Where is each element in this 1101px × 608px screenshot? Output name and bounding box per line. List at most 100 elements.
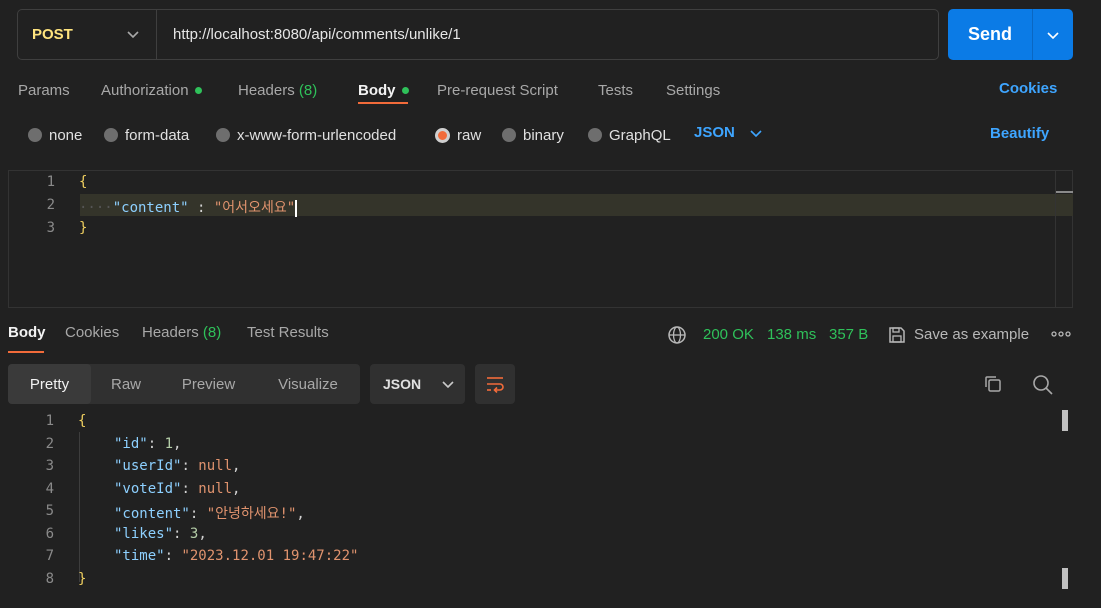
json-key: "time" (114, 548, 165, 564)
json-value: "안녕하세요!" (206, 506, 297, 522)
line-number: 2 (45, 436, 54, 452)
body-format-select[interactable]: JSON (694, 124, 763, 141)
scrollbar-thumb[interactable] (1062, 568, 1068, 589)
json-value: null (198, 481, 233, 497)
send-dropdown-button[interactable] (1033, 9, 1073, 60)
response-format-label: JSON (383, 376, 422, 392)
radio-circle-icon (588, 128, 602, 142)
tab-body-label: Body (358, 81, 396, 99)
tab-authorization[interactable]: Authorization (101, 79, 202, 101)
json-separator: : (188, 200, 214, 216)
tab-headers-count: (8) (298, 81, 318, 99)
status-dot-icon (401, 86, 409, 94)
code-line: ····"content" : "어서오세요" (79, 197, 298, 217)
response-tab-body[interactable]: Body (8, 324, 46, 341)
line-number: 6 (45, 526, 54, 542)
search-icon[interactable] (1032, 374, 1054, 396)
tab-headers[interactable]: Headers (8) (238, 79, 317, 101)
tab-tests[interactable]: Tests (598, 79, 633, 101)
chevron-down-icon (750, 129, 762, 137)
response-format-select[interactable]: JSON (370, 364, 465, 404)
json-value: "2023.12.01 19:47:22" (181, 548, 359, 564)
radio-raw[interactable]: raw (435, 124, 481, 146)
json-key: "id" (114, 436, 148, 452)
radio-binary[interactable]: binary (502, 124, 564, 146)
json-comma: , (296, 506, 305, 522)
json-field-line: "time": "2023.12.01 19:47:22" (114, 548, 359, 564)
view-raw[interactable]: Raw (91, 364, 161, 404)
json-field-line: "voteId": null, (114, 481, 241, 497)
text-cursor (295, 199, 298, 217)
line-number: 1 (46, 174, 55, 190)
method-select[interactable]: POST (18, 10, 157, 59)
radio-circle-icon (216, 128, 230, 142)
send-button[interactable]: Send (948, 9, 1032, 60)
json-value: "어서오세요" (213, 200, 296, 216)
line-number: 1 (45, 413, 54, 429)
radio-form-data-label: form-data (125, 126, 190, 144)
code-close-brace: } (78, 571, 87, 587)
line-number: 5 (45, 503, 54, 519)
response-time[interactable]: 138 ms (767, 326, 816, 343)
response-tab-cookies[interactable]: Cookies (65, 324, 119, 341)
tab-settings[interactable]: Settings (666, 79, 720, 101)
beautify-button[interactable]: Beautify (990, 125, 1049, 142)
line-number: 8 (45, 571, 54, 587)
save-as-example-button[interactable]: Save as example (914, 326, 1029, 343)
view-preview[interactable]: Preview (161, 364, 256, 404)
json-field-line: "id": 1, (114, 436, 182, 452)
line-number: 4 (45, 481, 54, 497)
radio-urlencoded[interactable]: x-www-form-urlencoded (216, 124, 396, 146)
radio-graphql-label: GraphQL (609, 126, 671, 144)
json-comma: , (173, 436, 182, 452)
line-number: 3 (46, 220, 55, 236)
response-headers-count: (8) (202, 324, 222, 341)
request-body-editor[interactable]: 1 2 3 { ····"content" : "어서오세요" } (8, 170, 1073, 308)
json-comma: , (232, 481, 241, 497)
globe-icon[interactable] (667, 325, 687, 345)
radio-none[interactable]: none (28, 124, 82, 146)
copy-icon[interactable] (983, 374, 1003, 394)
json-comma: , (198, 526, 207, 542)
radio-form-data[interactable]: form-data (104, 124, 189, 146)
json-key: "content" (114, 506, 190, 522)
chevron-down-icon (1047, 31, 1059, 39)
response-body-viewer[interactable]: 1 2 3 4 5 6 7 8 { "id": 1, "userId": nul… (8, 410, 1073, 608)
view-pretty[interactable]: Pretty (8, 364, 91, 404)
tab-body[interactable]: Body (358, 79, 409, 101)
chevron-down-icon (127, 31, 139, 39)
request-bar: POST http://localhost:8080/api/comments/… (17, 9, 939, 60)
radio-circle-icon (502, 128, 516, 142)
tab-headers-label: Headers (238, 81, 295, 99)
save-icon[interactable] (887, 325, 907, 345)
radio-graphql[interactable]: GraphQL (588, 124, 671, 146)
scrollbar-thumb[interactable] (1056, 191, 1073, 193)
json-key: "userId" (114, 458, 182, 474)
cookies-link[interactable]: Cookies (999, 80, 1057, 97)
scrollbar-thumb[interactable] (1062, 410, 1068, 431)
response-view-segmented: Pretty Raw Preview Visualize (8, 364, 360, 404)
active-tab-indicator (8, 351, 44, 353)
radio-circle-icon (104, 128, 118, 142)
indent-guide: ···· (79, 200, 113, 216)
code-close-brace: } (79, 220, 88, 236)
response-tab-test-results[interactable]: Test Results (247, 324, 329, 341)
send-button-group: Send (948, 9, 1073, 60)
view-visualize[interactable]: Visualize (256, 364, 360, 404)
url-input[interactable]: http://localhost:8080/api/comments/unlik… (173, 10, 461, 59)
status-code[interactable]: 200 OK (703, 326, 754, 343)
tab-prerequest-script[interactable]: Pre-request Script (437, 79, 558, 101)
more-icon[interactable] (1051, 330, 1071, 338)
wrap-lines-icon (487, 377, 504, 393)
status-dot-icon (194, 86, 202, 94)
json-field-line: "content": "안녕하세요!", (114, 506, 305, 522)
active-tab-indicator (358, 102, 408, 104)
tab-params[interactable]: Params (18, 79, 70, 101)
wrap-lines-button[interactable] (475, 364, 515, 404)
method-label: POST (32, 26, 73, 43)
response-tab-headers[interactable]: Headers (8) (142, 324, 221, 341)
body-format-label: JSON (694, 124, 735, 141)
radio-selected-icon (435, 127, 450, 143)
response-size[interactable]: 357 B (829, 326, 868, 343)
json-field-line: "likes": 3, (114, 526, 207, 542)
